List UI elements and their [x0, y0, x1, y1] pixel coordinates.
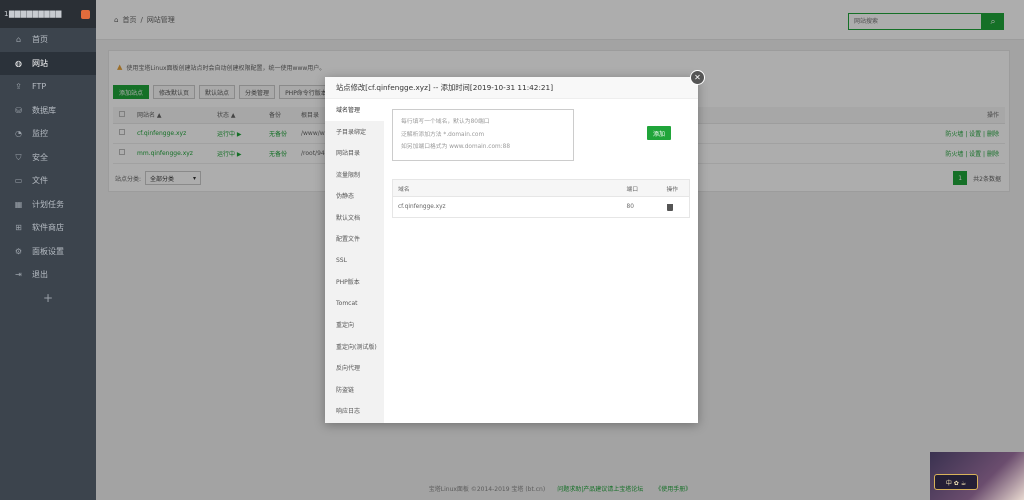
modal-close-button[interactable]: ✕ [690, 70, 705, 85]
menu-domain-manage[interactable]: 域名管理 [325, 99, 384, 121]
sidebar-item-database[interactable]: ⛁ 数据库 [0, 99, 96, 123]
domain-port: 80 [626, 204, 634, 210]
add-shortcut-button[interactable]: + [0, 287, 96, 309]
domain-table-header: 域名 端口 操作 [392, 179, 690, 197]
menu-php-version[interactable]: PHP版本 [325, 271, 384, 293]
sidebar-item-website[interactable]: ◍ 网站 [0, 51, 96, 75]
sidebar-item-ftp[interactable]: ⇪ FTP [0, 75, 96, 99]
store-icon: ⊞ [15, 223, 22, 233]
site-edit-modal: 站点修改[cf.qinfengge.xyz] -- 添加时间[2019-10-3… [325, 77, 698, 423]
home-icon: ⌂ [15, 35, 22, 45]
col-port: 端口 [621, 179, 662, 197]
domain-name: cf.qinfengge.xyz [398, 204, 446, 210]
folder-icon: ▭ [14, 176, 23, 186]
menu-hotlink-protect[interactable]: 防盗链 [325, 379, 384, 401]
menu-tomcat[interactable]: Tomcat [325, 293, 384, 315]
trash-icon[interactable] [666, 203, 673, 211]
menu-redirect-beta[interactable]: 重定向(测试版) [325, 336, 384, 358]
menu-access-log[interactable]: 响应日志 [325, 400, 384, 422]
sidebar-header: 1▇▇▇▇▇▇▇▇▇ [0, 0, 96, 28]
menu-site-dir[interactable]: 网站目录 [325, 142, 384, 164]
sidebar-item-home[interactable]: ⌂ 首页 [0, 28, 96, 52]
sidebar-item-store[interactable]: ⊞ 软件商店 [0, 216, 96, 240]
logout-icon: ⇥ [15, 270, 22, 280]
menu-ssl[interactable]: SSL [325, 250, 384, 272]
mascot-tag: 中 ✿ ☕ [934, 474, 978, 490]
col-domain: 域名 [392, 179, 622, 197]
menu-redirect[interactable]: 重定向 [325, 314, 384, 336]
sidebar-item-logout[interactable]: ⇥ 退出 [0, 263, 96, 287]
gear-icon: ⚙ [14, 246, 23, 256]
close-icon: ✕ [694, 72, 701, 82]
menu-reverse-proxy[interactable]: 反向代理 [325, 357, 384, 379]
mascot-widget[interactable]: 中 ✿ ☕ [930, 452, 1024, 500]
sidebar-item-security[interactable]: ⛉ 安全 [0, 146, 96, 170]
menu-config-file[interactable]: 配置文件 [325, 228, 384, 250]
upload-icon: ⇪ [15, 82, 22, 92]
domain-table: 域名 端口 操作 cf.qinfengge.xyz 80 [392, 179, 690, 218]
database-icon: ⛁ [15, 105, 22, 115]
menu-traffic-limit[interactable]: 流量限制 [325, 164, 384, 186]
domain-textarea[interactable]: 每行填写一个域名，默认为80端口 泛解析添加方法 *.domain.com 如另… [392, 109, 574, 161]
menu-rewrite[interactable]: 伪静态 [325, 185, 384, 207]
sidebar-item-cron[interactable]: ▦ 计划任务 [0, 193, 96, 217]
domain-manage-pane: 每行填写一个域名，默认为80端口 泛解析添加方法 *.domain.com 如另… [384, 99, 698, 423]
add-domain-button[interactable]: 添加 [647, 126, 671, 140]
menu-default-doc[interactable]: 默认文档 [325, 207, 384, 229]
monitor-icon: ◔ [15, 129, 22, 139]
col-domain-action: 操作 [661, 179, 690, 197]
server-ip: 1▇▇▇▇▇▇▇▇▇ [4, 10, 62, 18]
notification-badge[interactable] [81, 9, 90, 19]
calendar-icon: ▦ [14, 199, 23, 209]
sidebar-item-settings[interactable]: ⚙ 面板设置 [0, 240, 96, 264]
sidebar: 1▇▇▇▇▇▇▇▇▇ ⌂ 首页 ◍ 网站 ⇪ FTP ⛁ 数据库 ◔ 监控 ⛉ 安全 ▭ 文件… [0, 0, 96, 500]
sidebar-item-monitor[interactable]: ◔ 监控 [0, 122, 96, 146]
globe-icon: ◍ [15, 58, 22, 68]
plus-icon: + [42, 290, 54, 305]
modal-title: 站点修改[cf.qinfengge.xyz] -- 添加时间[2019-10-3… [325, 77, 698, 99]
sidebar-item-files[interactable]: ▭ 文件 [0, 169, 96, 193]
modal-menu: 域名管理 子目录绑定 网站目录 流量限制 伪静态 默认文档 配置文件 SSL P… [325, 99, 384, 423]
shield-icon: ⛉ [15, 152, 22, 162]
table-row: cf.qinfengge.xyz 80 [393, 197, 690, 218]
menu-subdir-bind[interactable]: 子目录绑定 [325, 121, 384, 143]
app-root: 1▇▇▇▇▇▇▇▇▇ ⌂ 首页 ◍ 网站 ⇪ FTP ⛁ 数据库 ◔ 监控 ⛉ 安全 ▭ 文件… [0, 0, 1024, 500]
